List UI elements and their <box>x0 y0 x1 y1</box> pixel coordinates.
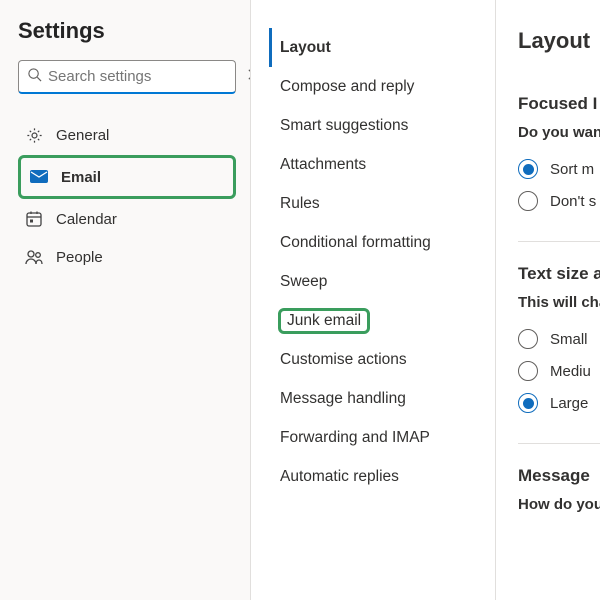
subnav-item-msghandle[interactable]: Message handling <box>269 379 485 418</box>
divider <box>518 443 600 444</box>
subnav-label: Rules <box>280 195 320 213</box>
radio-icon <box>518 329 538 349</box>
radio-size-large[interactable]: Large <box>518 387 600 419</box>
sidebar-item-people[interactable]: People <box>18 238 236 276</box>
sidebar-item-label: Email <box>61 169 101 186</box>
settings-pane: Layout Focused I Do you wan Sort m Don't… <box>496 0 600 600</box>
subnav-item-condfmt[interactable]: Conditional formatting <box>269 223 485 262</box>
section-focused-question: Do you wan <box>518 124 600 141</box>
subnav-label: Message handling <box>280 390 406 408</box>
settings-subnav: Layout Compose and reply Smart suggestio… <box>250 0 496 600</box>
search-icon <box>27 67 42 87</box>
radio-icon <box>518 361 538 381</box>
radio-label: Small <box>550 331 588 348</box>
subnav-item-smart[interactable]: Smart suggestions <box>269 106 485 145</box>
sidebar-item-label: General <box>56 127 109 144</box>
section-focused-title: Focused I <box>518 94 600 114</box>
subnav-item-layout[interactable]: Layout <box>269 28 485 67</box>
subnav-item-fwd[interactable]: Forwarding and IMAP <box>269 418 485 457</box>
subnav-item-rules[interactable]: Rules <box>269 184 485 223</box>
search-input[interactable] <box>42 68 247 85</box>
sidebar-item-general[interactable]: General <box>18 116 236 154</box>
sidebar-item-email[interactable]: Email <box>23 158 231 196</box>
section-message-title: Message <box>518 466 600 486</box>
subnav-item-customise[interactable]: Customise actions <box>269 340 485 379</box>
radio-icon <box>518 393 538 413</box>
subnav-label: Junk email <box>287 312 361 329</box>
subnav-label: Conditional formatting <box>280 234 431 252</box>
radio-label: Sort m <box>550 161 594 178</box>
section-textsize-title: Text size a <box>518 264 600 284</box>
subnav-label: Automatic replies <box>280 468 399 486</box>
sidebar-item-label: People <box>56 249 103 266</box>
sidebar-item-label: Calendar <box>56 211 117 228</box>
radio-label: Don't s <box>550 193 596 210</box>
radio-focused-dont[interactable]: Don't s <box>518 185 600 217</box>
radio-focused-sort[interactable]: Sort m <box>518 153 600 185</box>
people-icon <box>24 248 44 266</box>
gear-icon <box>24 126 44 145</box>
subnav-item-attachments[interactable]: Attachments <box>269 145 485 184</box>
subnav-item-junk[interactable]: Junk email <box>269 301 485 340</box>
subnav-label: Customise actions <box>280 351 407 369</box>
pane-title: Layout <box>518 28 600 54</box>
sidebar-item-calendar[interactable]: Calendar <box>18 200 236 238</box>
search-field[interactable] <box>18 60 236 94</box>
subnav-label: Smart suggestions <box>280 117 408 135</box>
settings-title: Settings <box>18 18 236 44</box>
highlight-email: Email <box>18 155 236 199</box>
radio-icon <box>518 191 538 211</box>
calendar-icon <box>24 210 44 228</box>
subnav-label: Attachments <box>280 156 366 174</box>
subnav-label: Compose and reply <box>280 78 414 96</box>
subnav-item-compose[interactable]: Compose and reply <box>269 67 485 106</box>
settings-sidebar: Settings General <box>0 0 250 600</box>
radio-icon <box>518 159 538 179</box>
section-textsize-question: This will cha <box>518 294 600 311</box>
highlight-junk: Junk email <box>278 308 370 334</box>
subnav-label: Forwarding and IMAP <box>280 429 430 447</box>
section-message-question: How do you <box>518 496 600 513</box>
subnav-item-autoreply[interactable]: Automatic replies <box>269 457 485 496</box>
subnav-label: Sweep <box>280 273 327 291</box>
subnav-label: Layout <box>280 39 331 57</box>
radio-label: Mediu <box>550 363 591 380</box>
radio-label: Large <box>550 395 588 412</box>
mail-icon <box>29 169 49 185</box>
radio-size-medium[interactable]: Mediu <box>518 355 600 387</box>
radio-size-small[interactable]: Small <box>518 323 600 355</box>
subnav-item-sweep[interactable]: Sweep <box>269 262 485 301</box>
divider <box>518 241 600 242</box>
